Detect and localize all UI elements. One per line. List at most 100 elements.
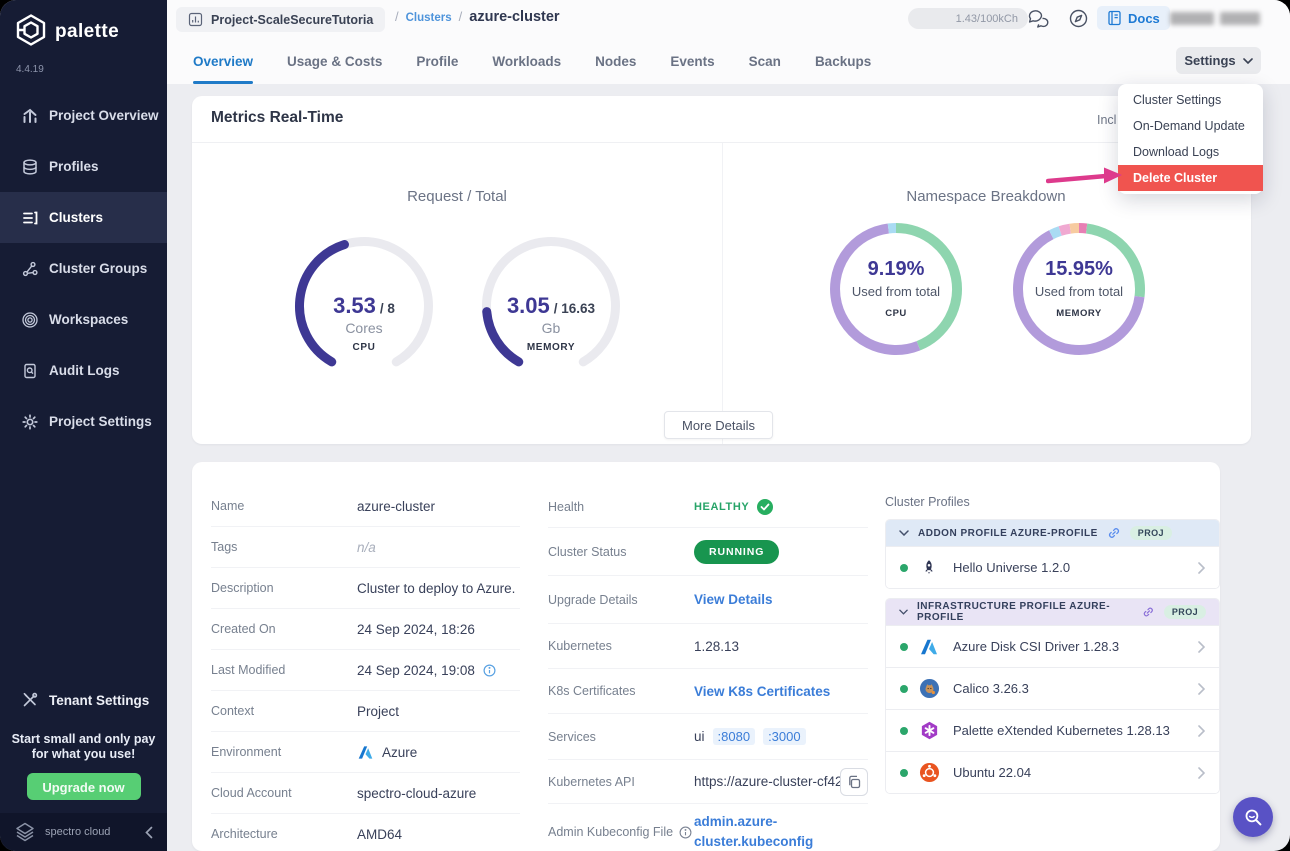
tab-usage-costs[interactable]: Usage & Costs <box>287 38 382 84</box>
sidebar-item-cluster-groups[interactable]: Cluster Groups <box>0 243 167 294</box>
memory-total-value: / 16.63 <box>553 301 596 316</box>
cpu-total-value: / 8 <box>379 301 395 316</box>
app-window: palette 4.4.19 Project Overview Profiles <box>0 0 1290 851</box>
service-port-8080-link[interactable]: :8080 <box>712 728 756 745</box>
ubuntu-icon <box>919 762 941 784</box>
profile-row-palette-extended-k8s[interactable]: Palette eXtended Kubernetes 1.28.13 <box>886 709 1219 751</box>
feedback-chat-icon[interactable] <box>1028 9 1051 34</box>
sidebar-item-tenant-settings[interactable]: Tenant Settings <box>0 676 167 724</box>
memory-caption: MEMORY <box>526 342 576 353</box>
sidebar-item-audit-logs[interactable]: Audit Logs <box>0 345 167 396</box>
user-name-redacted-2[interactable] <box>1220 12 1260 25</box>
info-icon[interactable] <box>679 826 692 839</box>
copy-api-url-button[interactable] <box>840 767 868 796</box>
project-selector[interactable]: Project-ScaleSecureTutoria <box>176 7 386 32</box>
chevron-right-icon <box>1198 682 1205 695</box>
status-dot-green <box>900 768 908 777</box>
network-nodes-icon <box>22 261 38 276</box>
chevron-right-icon <box>1198 724 1205 737</box>
tab-backups[interactable]: Backups <box>815 38 871 84</box>
menu-item-on-demand-update[interactable]: On-Demand Update <box>1118 113 1263 139</box>
health-value: HEALTHY <box>694 500 750 513</box>
collapse-sidebar-button[interactable] <box>145 826 153 839</box>
upgrade-now-button[interactable]: Upgrade now <box>26 773 141 800</box>
palette-logo-icon <box>14 13 48 52</box>
profile-row-azure-disk-csi[interactable]: Azure Disk CSI Driver 1.28.3 <box>886 625 1219 667</box>
status-row-admin-kubeconfig: Admin Kubeconfig File admin.azure-cluste… <box>548 804 868 851</box>
tab-overview[interactable]: Overview <box>193 38 254 84</box>
help-search-fab[interactable] <box>1233 797 1273 837</box>
request-total-title: Request / Total <box>407 188 507 205</box>
memory-request-value: 3.05 <box>506 293 550 318</box>
azure-icon <box>358 745 373 759</box>
link-icon <box>1108 528 1119 538</box>
status-row-upgrade-details: Upgrade Details View Details <box>548 576 868 624</box>
project-name: Project-ScaleSecureTutoria <box>211 12 374 27</box>
cpu-request-gauge: 3.53/ 8 Cores CPU <box>294 236 434 376</box>
sidebar-item-workspaces[interactable]: Workspaces <box>0 294 167 345</box>
delete-cluster-annotation-arrow <box>1046 167 1122 184</box>
tab-scan[interactable]: Scan <box>749 38 781 84</box>
status-row-health: Health HEALTHY <box>548 486 868 528</box>
app-name: palette <box>55 21 120 42</box>
details-left-column: Name azure-cluster Tags n/a Description … <box>211 486 520 851</box>
detail-row-architecture: Architecture AMD64 <box>211 826 403 842</box>
infrastructure-profile-header[interactable]: INFRASTRUCTURE PROFILE AZURE-PROFILE PRO… <box>886 599 1219 625</box>
chevron-left-icon <box>145 826 153 838</box>
calico-icon <box>919 678 941 700</box>
link-icon <box>1144 607 1154 617</box>
tab-nodes[interactable]: Nodes <box>595 38 636 84</box>
layers-icon <box>23 158 37 175</box>
proj-scope-badge: PROJ <box>1163 605 1206 619</box>
tab-profile[interactable]: Profile <box>416 38 458 84</box>
status-dot-green <box>900 726 908 735</box>
settings-button[interactable]: Settings <box>1176 47 1261 74</box>
profile-row-hello-universe[interactable]: Hello Universe 1.2.0 <box>886 546 1219 588</box>
cluster-profiles-title: Cluster Profiles <box>885 495 970 509</box>
menu-item-download-logs[interactable]: Download Logs <box>1118 139 1263 165</box>
view-details-link[interactable]: View Details <box>694 592 773 607</box>
memory-request-gauge: 3.05/ 16.63 Gb MEMORY <box>481 236 621 376</box>
sidebar-item-profiles[interactable]: Profiles <box>0 141 167 192</box>
tab-workloads[interactable]: Workloads <box>492 38 561 84</box>
memory-unit: Gb <box>541 320 561 336</box>
help-compass-icon[interactable] <box>1068 8 1089 34</box>
namespace-memory-donut: 15.95% Used from total MEMORY <box>1012 222 1146 356</box>
breadcrumb-clusters-link[interactable]: Clusters <box>406 12 452 24</box>
status-row-cluster-status: Cluster Status RUNNING <box>548 528 868 576</box>
sidebar-item-project-overview[interactable]: Project Overview <box>0 90 167 141</box>
docs-button[interactable]: Docs <box>1097 6 1170 30</box>
usage-counter-badge: 1.43/100kCh <box>908 8 1028 29</box>
metrics-realtime-card: Metrics Real-Time Incl Request / Total N… <box>192 96 1251 444</box>
menu-item-cluster-settings[interactable]: Cluster Settings <box>1118 87 1263 113</box>
used-from-total-label: Used from total <box>851 284 941 299</box>
user-name-redacted[interactable] <box>1170 12 1214 25</box>
check-circle-icon <box>757 498 774 515</box>
namespace-memory-percent: 15.95% <box>1045 258 1113 280</box>
addon-profile-header[interactable]: ADDON PROFILE AZURE-PROFILE PROJ <box>886 520 1219 546</box>
tab-events[interactable]: Events <box>670 38 714 84</box>
metrics-header-option-fragment: Incl <box>1097 113 1117 127</box>
cpu-request-value: 3.53 <box>333 293 376 318</box>
sidebar-nav: Project Overview Profiles Clusters Clust… <box>0 90 167 447</box>
detail-row-tags: Tags n/a <box>211 527 520 568</box>
cpu-unit: Cores <box>345 320 383 336</box>
menu-item-delete-cluster[interactable]: Delete Cluster <box>1118 165 1263 191</box>
more-details-button[interactable]: More Details <box>664 411 773 439</box>
app-version: 4.4.19 <box>16 64 44 75</box>
profile-row-calico[interactable]: Calico 3.26.3 <box>886 667 1219 709</box>
sidebar-item-project-settings[interactable]: Project Settings <box>0 396 167 447</box>
info-icon[interactable] <box>483 663 496 677</box>
sidebar-footer: spectro cloud <box>0 813 167 851</box>
top-bar: Project-ScaleSecureTutoria / Clusters / … <box>167 0 1290 84</box>
clusters-list-icon <box>23 211 38 224</box>
profile-row-ubuntu[interactable]: Ubuntu 22.04 <box>886 751 1219 793</box>
metrics-title: Metrics Real-Time <box>211 109 344 126</box>
view-k8s-certificates-link[interactable]: View K8s Certificates <box>694 684 830 699</box>
status-row-services: Services ui :8080 :3000 <box>548 714 868 760</box>
spectro-cloud-logo <box>16 822 34 842</box>
status-row-kubernetes: Kubernetes 1.28.13 <box>548 624 868 669</box>
service-port-3000-link[interactable]: :3000 <box>763 728 806 745</box>
sidebar-item-clusters[interactable]: Clusters <box>0 192 167 243</box>
admin-kubeconfig-link[interactable]: admin.azure-cluster.kubeconfig <box>694 812 829 851</box>
